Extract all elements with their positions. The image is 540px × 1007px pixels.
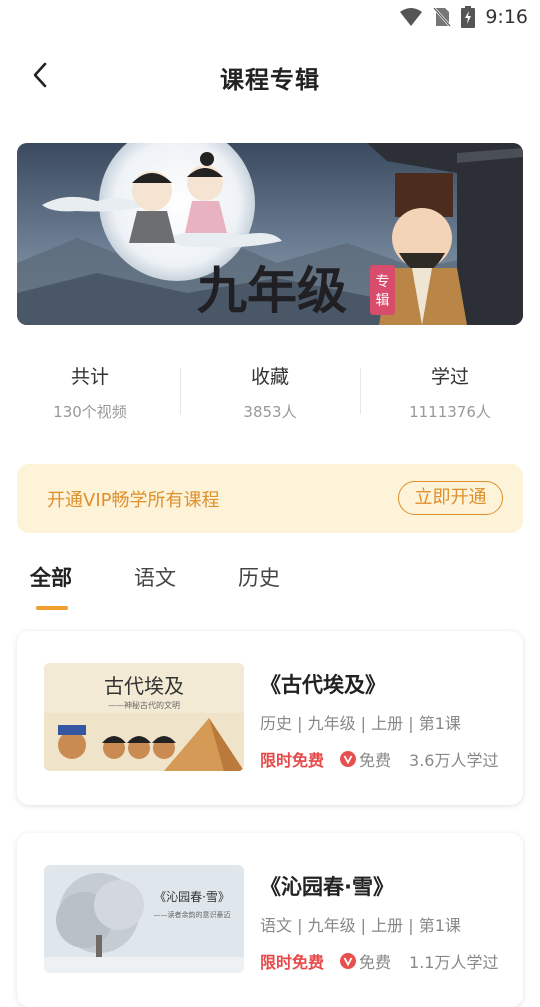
vip-text: 开通VIP畅学所有课程: [47, 490, 220, 511]
free-label: 免费: [359, 953, 392, 972]
stat-learned: 学过 1111376人: [360, 360, 540, 424]
stat-label: 学过: [430, 366, 469, 388]
thumb-title: 《沁园春·雪》: [154, 890, 230, 904]
banner-tag-bottom: 辑: [376, 293, 390, 309]
thumb-subtitle: ——神秘古代的文明: [108, 700, 180, 710]
status-icons: 9:16: [399, 6, 528, 28]
course-info-row: 限时免费 免费 1.1万人学过: [260, 949, 498, 973]
learner-count: 3.6万人学过: [409, 751, 499, 770]
free-label: 免费: [359, 751, 392, 770]
banner-title: 九年级: [197, 261, 347, 320]
banner-illustration: 专 辑 九年级: [17, 143, 523, 325]
vip-banner[interactable]: 开通VIP畅学所有课程 立即开通: [17, 464, 523, 533]
tab-chinese[interactable]: 语文: [134, 562, 176, 592]
stat-value: 1111376人: [409, 403, 491, 421]
category-tabs: 全部 语文 历史: [0, 562, 540, 612]
vip-v-icon: [340, 953, 357, 969]
header: 课程专辑: [0, 48, 540, 106]
vip-open-button[interactable]: 立即开通: [398, 481, 503, 515]
battery-charging-icon: [461, 6, 476, 28]
stat-total: 共计 130个视频: [0, 360, 180, 424]
tab-history[interactable]: 历史: [238, 562, 280, 592]
stat-label: 共计: [70, 366, 109, 388]
album-stats: 共计 130个视频 收藏 3853人 学过 1111376人: [0, 360, 540, 424]
wifi-icon: [399, 7, 423, 27]
page-title: 课程专辑: [220, 66, 320, 94]
promo-tag: 限时免费: [260, 953, 325, 972]
stat-value: 130个视频: [53, 403, 127, 421]
stat-favorites[interactable]: 收藏 3853人: [180, 360, 360, 424]
course-thumbnail: 古代埃及 ——神秘古代的文明: [44, 663, 244, 771]
thumb-title: 古代埃及: [104, 674, 184, 698]
thumb-subtitle: ——读者余韵的意识豪迈: [154, 910, 231, 919]
status-bar: 9:16: [0, 0, 540, 36]
album-banner[interactable]: 专 辑 九年级: [17, 143, 523, 325]
no-sim-icon: [433, 6, 452, 28]
tab-all[interactable]: 全部: [30, 562, 72, 592]
course-title: 《古代埃及》: [260, 673, 386, 697]
course-meta: 历史 | 九年级 | 上册 | 第1课: [260, 714, 461, 733]
stat-value: 3853人: [243, 403, 297, 421]
status-time: 9:16: [485, 6, 528, 28]
course-thumbnail: 《沁园春·雪》 ——读者余韵的意识豪迈: [44, 865, 244, 973]
promo-tag: 限时免费: [260, 751, 325, 770]
course-card[interactable]: 古代埃及 ——神秘古代的文明 《古代埃及》 历史 | 九年级 | 上册 | 第1…: [17, 631, 523, 805]
course-title: 《沁园春·雪》: [260, 875, 394, 899]
banner-tag-top: 专: [376, 274, 390, 290]
learner-count: 1.1万人学过: [409, 953, 499, 972]
course-meta: 语文 | 九年级 | 上册 | 第1课: [260, 916, 461, 935]
course-card[interactable]: 《沁园春·雪》 ——读者余韵的意识豪迈 《沁园春·雪》 语文 | 九年级 | 上…: [17, 833, 523, 1007]
vip-v-icon: [340, 751, 357, 767]
stat-label: 收藏: [250, 366, 289, 388]
course-info-row: 限时免费 免费 3.6万人学过: [260, 747, 498, 771]
tab-indicator: [36, 606, 68, 610]
